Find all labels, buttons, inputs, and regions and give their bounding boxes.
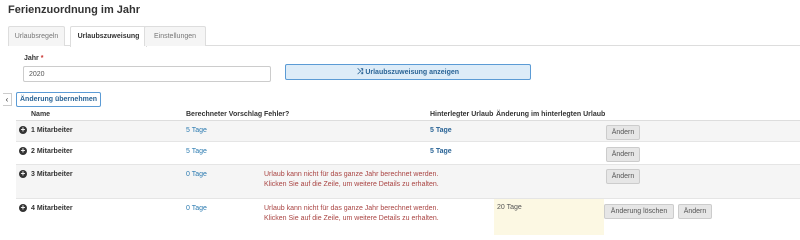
change-button[interactable]: Ändern <box>606 147 640 162</box>
column-header-proposal: Berechneter Vorschlag <box>186 111 263 118</box>
sidebar-collapse-toggle[interactable]: ‹ <box>3 93 12 106</box>
row-stored: 5 Tage <box>430 127 452 134</box>
show-assignment-label: Urlaubszuweisung anzeigen <box>365 69 460 76</box>
row-change-cell: 20 Tage <box>494 199 604 235</box>
year-input[interactable] <box>23 66 271 82</box>
plus-circle-icon[interactable]: + <box>19 147 27 155</box>
year-label-text: Jahr <box>24 55 39 62</box>
tab-bar: Urlaubsregeln Urlaubszuweisung Einstellu… <box>8 26 800 47</box>
column-header-change: Änderung im hinterlegten Urlaub <box>496 111 606 118</box>
row-proposal: 0 Tage <box>186 171 207 178</box>
table-row[interactable]: + 2 Mitarbeiter 5 Tage 5 Tage Ändern <box>16 142 800 165</box>
row-name: 3 Mitarbeiter <box>31 171 73 178</box>
row-name: 4 Mitarbeiter <box>31 205 73 212</box>
show-assignment-button[interactable]: ⤨ Urlaubszuweisung anzeigen <box>285 64 531 80</box>
change-button[interactable]: Ändern <box>606 125 640 140</box>
plus-circle-icon[interactable]: + <box>19 170 27 178</box>
apply-changes-button[interactable]: Änderung übernehmen <box>16 92 101 107</box>
table-row[interactable]: + 1 Mitarbeiter 5 Tage 5 Tage Ändern <box>16 121 800 142</box>
row-error: Urlaub kann nicht für das ganze Jahr ber… <box>264 171 439 188</box>
column-header-name: Name <box>31 111 51 118</box>
change-button[interactable]: Ändern <box>606 169 640 184</box>
row-proposal: 5 Tage <box>186 127 207 134</box>
tab-urlaubsregeln[interactable]: Urlaubsregeln <box>8 26 65 46</box>
row-stored: 5 Tage <box>430 148 452 155</box>
row-proposal: 0 Tage <box>186 205 207 212</box>
plus-circle-icon[interactable]: + <box>19 126 27 134</box>
column-header-error: Fehler? <box>264 111 290 118</box>
tab-urlaubszuweisung[interactable]: Urlaubszuweisung <box>70 26 147 47</box>
row-proposal: 5 Tage <box>186 148 207 155</box>
year-label: Jahr * <box>24 55 44 62</box>
row-name: 1 Mitarbeiter <box>31 127 73 134</box>
page-title: Ferienzuordnung im Jahr <box>8 4 141 16</box>
row-error: Urlaub kann nicht für das ganze Jahr ber… <box>264 205 439 222</box>
tab-einstellungen[interactable]: Einstellungen <box>144 26 206 46</box>
change-button[interactable]: Ändern <box>678 204 712 219</box>
delete-change-button[interactable]: Änderung löschen <box>604 204 674 219</box>
row-name: 2 Mitarbeiter <box>31 148 73 155</box>
column-header-stored: Hinterlegter Urlaub <box>430 111 494 118</box>
plus-circle-icon[interactable]: + <box>19 204 27 212</box>
table-row[interactable]: + 3 Mitarbeiter 0 Tage Urlaub kann nicht… <box>16 165 800 199</box>
required-mark: * <box>40 55 44 62</box>
row-change-value: 20 Tage <box>497 204 522 211</box>
table-row[interactable]: + 4 Mitarbeiter 0 Tage Urlaub kann nicht… <box>16 199 800 235</box>
shuffle-icon: ⤨ <box>356 67 364 76</box>
chevron-left-icon: ‹ <box>5 95 9 104</box>
